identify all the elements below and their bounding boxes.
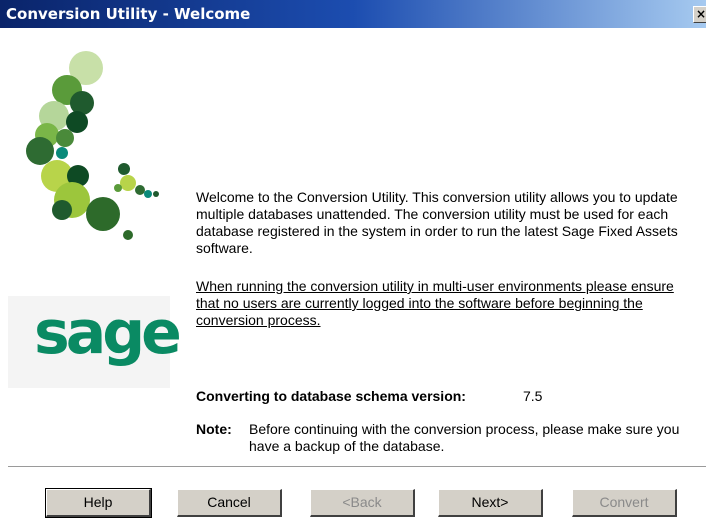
title-bar: Conversion Utility - Welcome ×	[0, 0, 706, 28]
schema-version: 7.5	[523, 388, 543, 404]
back-button[interactable]: <Back	[310, 489, 415, 517]
schema-label: Converting to database schema version:	[196, 388, 466, 404]
sage-logo: sage	[34, 298, 182, 368]
close-icon[interactable]: ×	[693, 6, 706, 23]
leaf-cluster-graphic	[26, 51, 159, 240]
note-label: Note:	[196, 421, 232, 437]
note-text: Before continuing with the conversion pr…	[249, 421, 680, 454]
next-button[interactable]: Next>	[438, 489, 543, 517]
welcome-text: Welcome to the Conversion Utility. This …	[196, 189, 678, 256]
window-title: Conversion Utility - Welcome	[6, 5, 251, 23]
help-button[interactable]: Help	[45, 488, 152, 518]
convert-button[interactable]: Convert	[572, 489, 677, 517]
cancel-button[interactable]: Cancel	[177, 489, 282, 517]
multi-user-warning: When running the conversion utility in m…	[196, 278, 674, 328]
divider	[8, 466, 706, 468]
